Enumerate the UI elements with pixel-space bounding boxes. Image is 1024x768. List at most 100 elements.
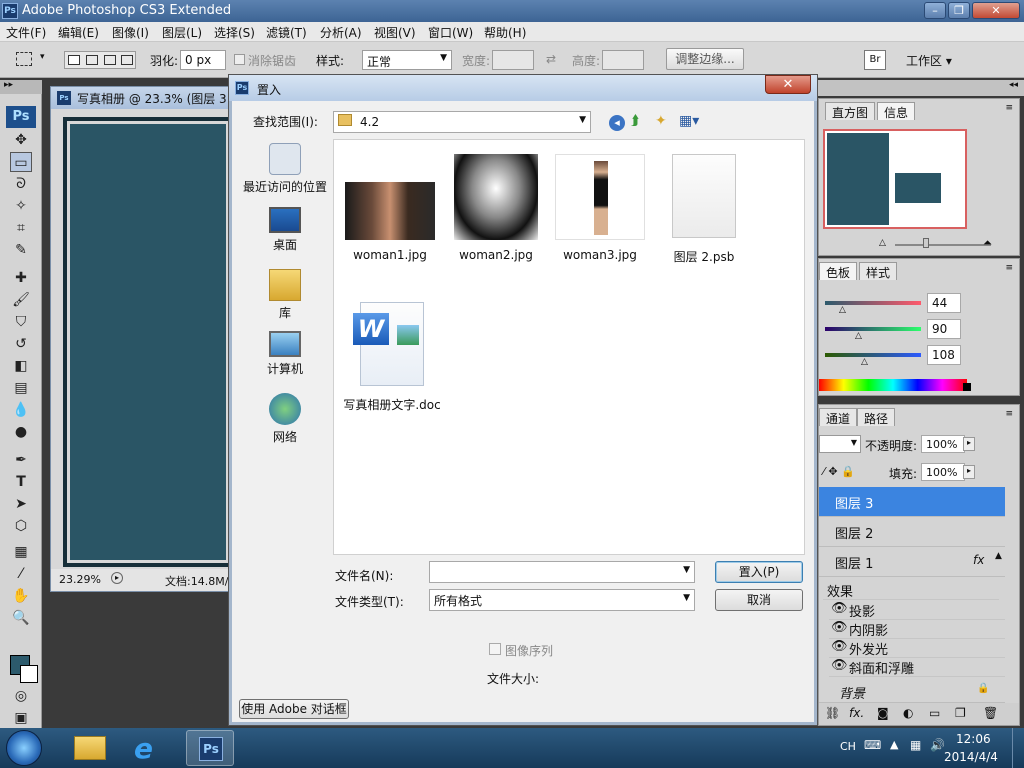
notes-tool-icon[interactable]: ▦ xyxy=(10,542,32,562)
effects-header[interactable]: 效果 xyxy=(823,581,999,600)
link-icon[interactable]: ⛓ xyxy=(825,706,840,720)
tab-info[interactable]: 信息 xyxy=(877,102,916,120)
opacity-input[interactable]: 100% xyxy=(921,435,965,453)
menu-window[interactable]: 窗口(W) xyxy=(428,24,473,41)
slice-tool-icon[interactable]: ✎ xyxy=(10,240,32,260)
minimize-button[interactable]: – xyxy=(924,2,946,19)
pen-tool-icon[interactable]: ✒ xyxy=(10,450,32,470)
red-slider-handle[interactable]: △ xyxy=(839,305,846,315)
menu-image[interactable]: 图像(I) xyxy=(112,24,149,41)
fx-icon[interactable]: fx. xyxy=(849,706,864,720)
menu-file[interactable]: 文件(F) xyxy=(6,24,46,41)
new-folder-icon[interactable]: ✦ xyxy=(655,113,667,129)
document-canvas[interactable] xyxy=(63,117,233,567)
blue-slider[interactable] xyxy=(825,353,921,357)
place-computer[interactable]: 计算机 xyxy=(239,331,331,377)
zoom-level[interactable]: 23.29% xyxy=(59,573,101,586)
effect-outer-glow[interactable]: 👁 外发光 xyxy=(829,639,1005,658)
swap-icon[interactable]: ⇄ xyxy=(546,52,556,66)
look-in-select[interactable]: 4.2 ▼ xyxy=(333,111,591,133)
background-color-swatch[interactable] xyxy=(20,665,38,683)
zoom-tool-icon[interactable]: 🔍 xyxy=(10,608,32,628)
place-network[interactable]: 网络 xyxy=(239,393,331,445)
lasso-tool-icon[interactable]: ᘐ xyxy=(10,174,32,194)
tab-channels[interactable]: 通道 xyxy=(819,408,858,426)
menu-select[interactable]: 选择(S) xyxy=(214,24,255,41)
green-slider[interactable] xyxy=(825,327,921,331)
view-menu-icon[interactable]: ▦▾ xyxy=(679,113,699,129)
panel-menu-icon[interactable]: ≡ xyxy=(1005,103,1013,113)
tab-paths[interactable]: 路径 xyxy=(857,408,896,426)
taskbar-ie-button[interactable]: e xyxy=(126,730,174,766)
taskbar-photoshop-button[interactable]: Ps xyxy=(186,730,234,766)
subtract-selection-icon[interactable] xyxy=(104,55,116,65)
screen-mode-icon[interactable]: ▣ xyxy=(10,708,32,728)
chevron-up-icon[interactable]: ▲ xyxy=(995,551,1002,561)
clock-date[interactable]: 2014/4/4 xyxy=(944,750,998,764)
green-slider-handle[interactable]: △ xyxy=(855,331,862,341)
show-desktop-button[interactable] xyxy=(1012,728,1024,768)
crop-tool-icon[interactable]: ⌗ xyxy=(10,218,32,238)
style-select[interactable]: 正常 ▼ xyxy=(362,50,452,70)
add-selection-icon[interactable] xyxy=(86,55,98,65)
tab-swatches[interactable]: 色板 xyxy=(819,262,858,280)
tray-expand-icon[interactable]: ▲ xyxy=(890,738,898,751)
zoom-in-icon[interactable]: ⏶ xyxy=(983,236,992,250)
adjustment-icon[interactable]: ◐ xyxy=(903,706,913,720)
blue-slider-handle[interactable]: △ xyxy=(861,357,868,367)
cancel-button[interactable]: 取消 xyxy=(715,589,803,611)
effect-inner-shadow[interactable]: 👁 内阴影 xyxy=(829,620,1005,639)
rect-marquee-tool-icon[interactable]: ▭ xyxy=(10,152,32,172)
file-list[interactable]: woman1.jpg woman2.jpg woman3.jpg 图层 2.ps… xyxy=(333,139,805,555)
layer-row-2[interactable]: 图层 2 xyxy=(819,517,1005,547)
intersect-selection-icon[interactable] xyxy=(121,55,133,65)
filetype-select[interactable]: 所有格式 ▼ xyxy=(429,589,695,611)
eye-icon[interactable]: 👁 xyxy=(831,658,848,673)
fill-slider-toggle[interactable]: ▸ xyxy=(963,465,975,479)
workspace-menu[interactable]: 工作区 ▾ xyxy=(906,52,952,69)
dodge-tool-icon[interactable]: ● xyxy=(10,422,32,442)
dialog-close-button[interactable]: ✕ xyxy=(765,75,811,94)
black-swatch[interactable] xyxy=(963,383,971,391)
fx-badge[interactable]: fx xyxy=(973,553,984,567)
color-spectrum-bar[interactable] xyxy=(819,379,967,391)
network-tray-icon[interactable]: ▦ xyxy=(910,738,921,752)
green-input[interactable]: 90 xyxy=(927,319,961,339)
adobe-dialog-button[interactable]: 使用 Adobe 对话框 xyxy=(239,699,349,719)
width-input[interactable] xyxy=(492,50,534,70)
feather-input[interactable]: 0 px xyxy=(180,50,226,70)
hand-tool-icon[interactable]: ✋ xyxy=(10,586,32,606)
lock-icons[interactable]: ⁄ ✥ 🔒 xyxy=(823,465,855,478)
status-menu-icon[interactable]: ▸ xyxy=(111,572,123,584)
marquee-tool-icon[interactable] xyxy=(16,52,32,66)
opacity-slider-toggle[interactable]: ▸ xyxy=(963,437,975,451)
layer-row-background[interactable]: 背景 🔒 xyxy=(819,679,1005,703)
brush-tool-icon[interactable]: 🖌 xyxy=(10,290,32,310)
file-item[interactable]: W 写真相册文字.doc xyxy=(342,302,442,413)
keyboard-icon[interactable]: ⌨ xyxy=(864,738,881,752)
clock-time[interactable]: 12:06 xyxy=(956,732,991,746)
healing-brush-tool-icon[interactable]: ✚ xyxy=(10,268,32,288)
effect-bevel-emboss[interactable]: 👁 斜面和浮雕 xyxy=(829,658,1005,677)
maximize-button[interactable]: ❐ xyxy=(948,2,970,19)
place-library[interactable]: 库 xyxy=(239,269,331,321)
eye-icon[interactable]: 👁 xyxy=(831,639,848,654)
gradient-tool-icon[interactable]: ▤ xyxy=(10,378,32,398)
volume-icon[interactable]: 🔊 xyxy=(930,738,945,752)
navigator-preview[interactable] xyxy=(823,129,967,229)
place-desktop[interactable]: 桌面 xyxy=(239,207,331,253)
file-item[interactable]: woman3.jpg xyxy=(550,154,650,262)
language-indicator[interactable]: CH xyxy=(840,740,856,753)
file-item[interactable]: woman2.jpg xyxy=(446,154,546,262)
stamp-tool-icon[interactable]: ⛉ xyxy=(10,312,32,332)
quick-mask-icon[interactable]: ◎ xyxy=(10,686,32,706)
trash-icon[interactable]: 🗑 xyxy=(983,706,998,720)
place-recent[interactable]: 最近访问的位置 xyxy=(239,143,331,195)
shape-tool-icon[interactable]: ⬡ xyxy=(10,516,32,536)
menu-analysis[interactable]: 分析(A) xyxy=(320,24,362,41)
taskbar-explorer-button[interactable] xyxy=(66,730,114,766)
magic-wand-tool-icon[interactable]: ✧ xyxy=(10,196,32,216)
tab-styles[interactable]: 样式 xyxy=(859,262,898,280)
antialias-checkbox[interactable] xyxy=(234,54,245,65)
image-sequence-checkbox[interactable] xyxy=(489,643,501,655)
